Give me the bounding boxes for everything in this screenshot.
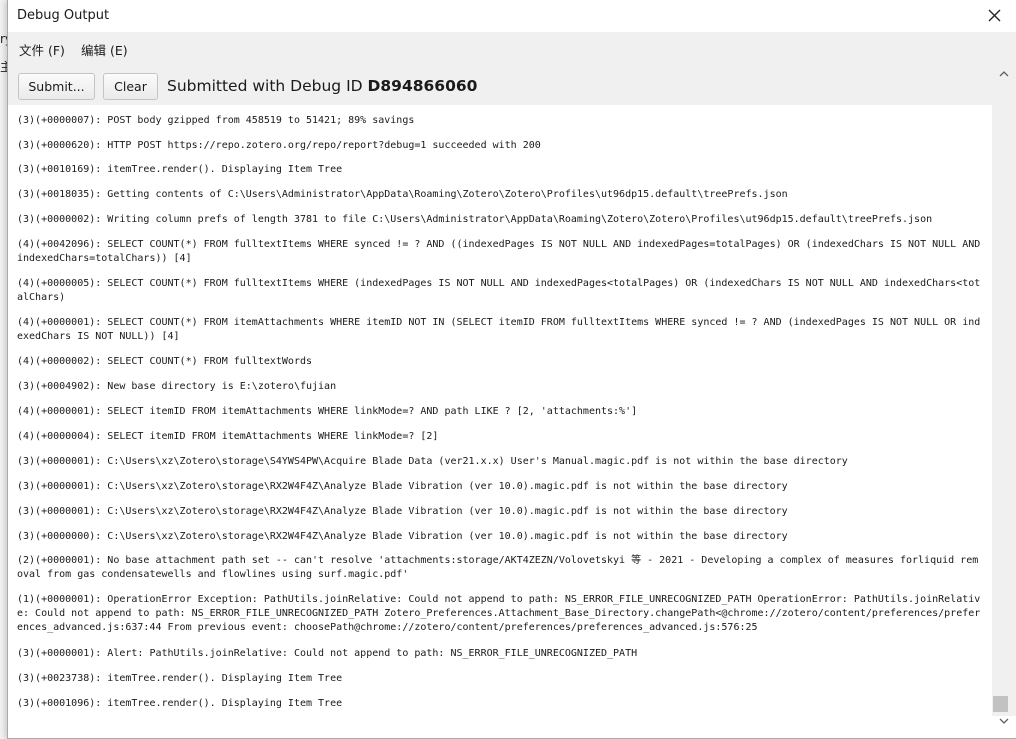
- menu-edit[interactable]: 编辑 (E): [81, 40, 128, 59]
- scroll-up-button[interactable]: [995, 66, 1013, 82]
- window-title: Debug Output: [17, 8, 110, 23]
- log-line: (3)(+0000001): C:\Users\xz\Zotero\storag…: [17, 456, 848, 467]
- log-line: (3)(+0000002): Writing column prefs of l…: [17, 214, 933, 225]
- log-line: (3)(+0018035): Getting contents of C:\Us…: [17, 189, 788, 200]
- log-line: (4)(+0000005): SELECT COUNT(*) FROM full…: [17, 278, 981, 303]
- log-line: (3)(+0000007): POST body gzipped from 45…: [17, 115, 415, 126]
- debug-output-window: Debug Output 文件 (F) 编辑 (E) Submit... Cle…: [7, 0, 1016, 739]
- scrollbar-thumb[interactable]: [993, 696, 1008, 712]
- vertical-scrollbar[interactable]: [992, 64, 1016, 716]
- log-line: (3)(+0023738): itemTree.render(). Displa…: [17, 673, 343, 684]
- log-line: (4)(+0000002): SELECT COUNT(*) FROM full…: [17, 356, 313, 367]
- log-line: (2)(+0000001): No base attachment path s…: [17, 555, 979, 580]
- submission-status: Submitted with Debug ID D894866060: [167, 77, 477, 95]
- log-line: (4)(+0000004): SELECT itemID FROM itemAt…: [17, 431, 439, 442]
- log-line: (4)(+0000001): SELECT itemID FROM itemAt…: [17, 406, 638, 417]
- status-text: Submitted with Debug ID: [167, 77, 368, 95]
- log-line: (3)(+0004902): New base directory is E:\…: [17, 381, 337, 392]
- scroll-down-button[interactable]: [995, 713, 1013, 729]
- log-line: (3)(+0000001): C:\Users\xz\Zotero\storag…: [17, 506, 788, 517]
- menu-file[interactable]: 文件 (F): [19, 40, 65, 59]
- close-icon: [988, 9, 1000, 21]
- log-line: (4)(+0042096): SELECT COUNT(*) FROM full…: [17, 239, 987, 264]
- chevron-down-icon: [999, 718, 1009, 724]
- debug-id: D894866060: [367, 77, 478, 95]
- window-bottom-edge: [8, 716, 992, 738]
- log-line: (3)(+0000001): C:\Users\xz\Zotero\storag…: [17, 481, 788, 492]
- log-line: (3)(+0000620): HTTP POST https://repo.zo…: [17, 140, 541, 151]
- toolbar: Submit... Clear Submitted with Debug ID …: [8, 64, 1016, 105]
- close-button[interactable]: [979, 0, 1009, 30]
- log-line: (3)(+0010169): itemTree.render(). Displa…: [17, 164, 343, 175]
- log-line: (3)(+0000001): Alert: PathUtils.joinRela…: [17, 648, 638, 659]
- log-line: (3)(+0000000): C:\Users\xz\Zotero\storag…: [17, 531, 788, 542]
- clear-button[interactable]: Clear: [103, 73, 158, 100]
- log-line: (4)(+0000001): SELECT COUNT(*) FROM item…: [17, 317, 981, 342]
- menu-bar: 文件 (F) 编辑 (E): [8, 32, 1016, 64]
- title-bar: Debug Output: [8, 0, 1016, 32]
- chevron-up-icon: [999, 71, 1009, 77]
- debug-log-output[interactable]: (3)(+0000007): POST body gzipped from 45…: [8, 105, 992, 716]
- log-line: (3)(+0001096): itemTree.render(). Displa…: [17, 698, 343, 709]
- log-line: (1)(+0000001): OperationError Exception:…: [17, 594, 981, 633]
- submit-button[interactable]: Submit...: [18, 73, 95, 100]
